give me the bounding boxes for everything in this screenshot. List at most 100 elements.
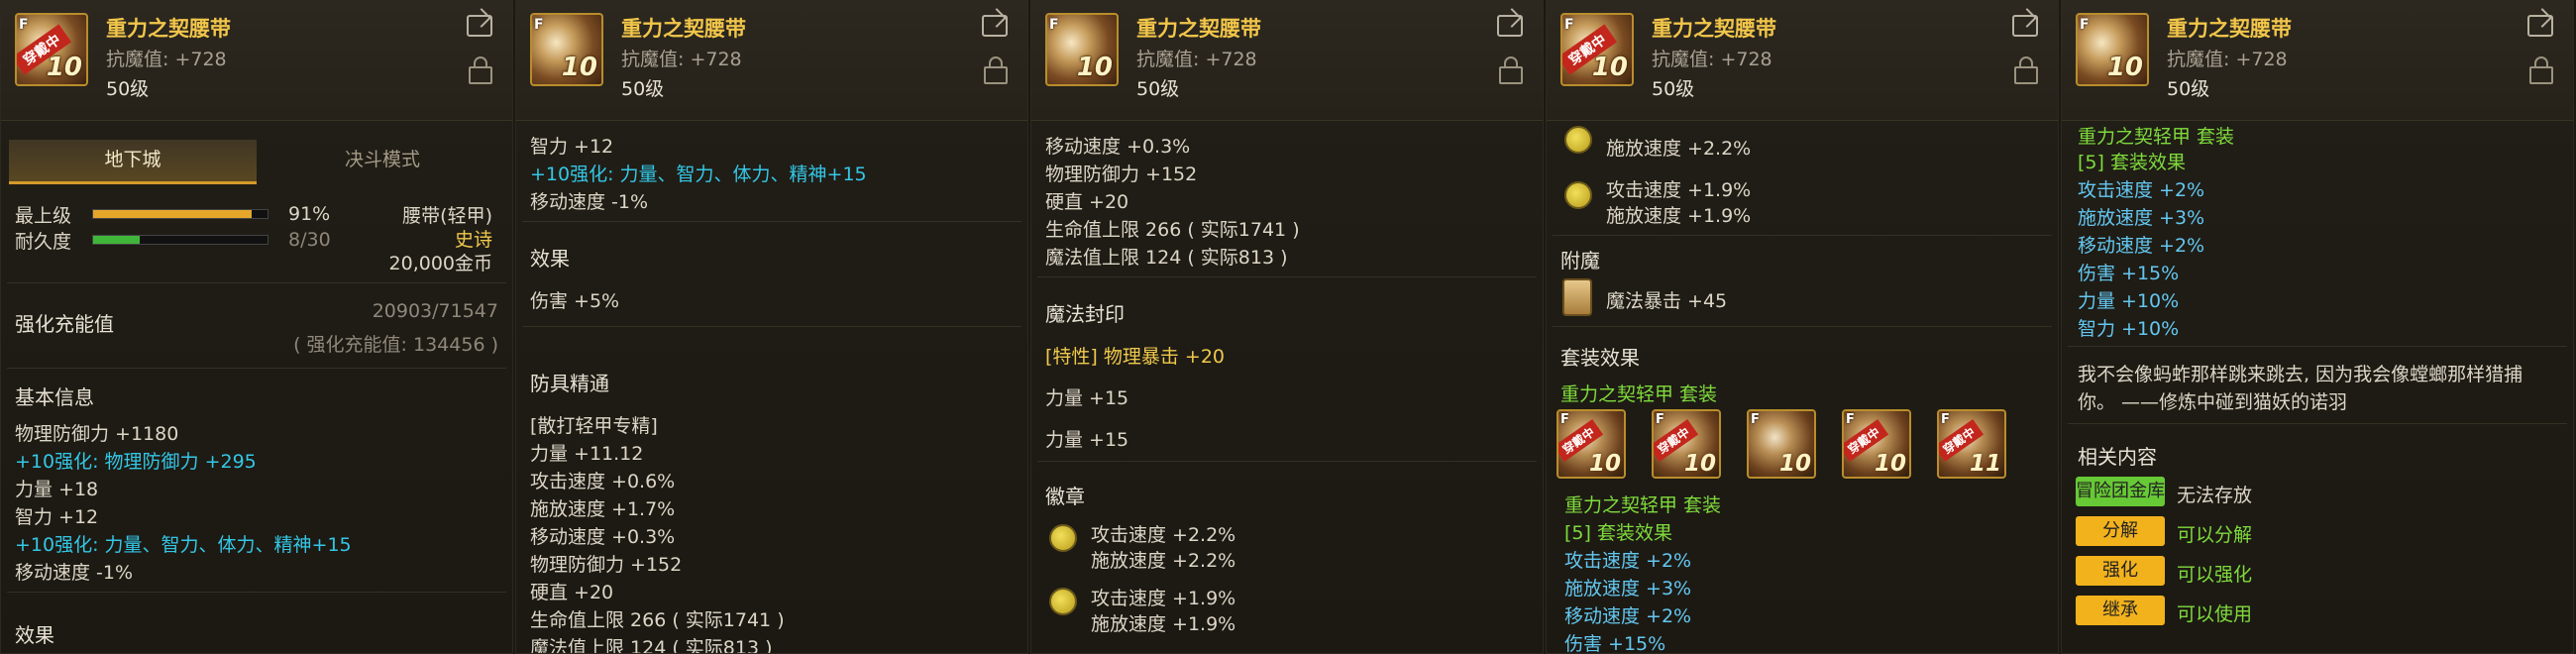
grade-tag: F — [1564, 17, 1574, 33]
upgrade-level: 10 — [1778, 451, 1811, 477]
set-bonus-line: 移动速度 +2% — [2078, 235, 2205, 257]
disassemble-button[interactable]: 分解 — [2076, 516, 2165, 546]
divider — [522, 326, 1021, 327]
divider — [2068, 423, 2567, 424]
mode-tabs: 地下城 决斗模式 — [5, 140, 510, 184]
reinforce-total: ( 强化充能值: 134456 ) — [293, 334, 498, 356]
upgrade-level: 10 — [561, 53, 597, 82]
mastery-line: 魔法值上限 124 ( 实际813 ) — [530, 637, 773, 653]
emblem-icon — [1049, 524, 1077, 552]
set-bonus-line: 力量 +10% — [2078, 290, 2180, 312]
max-level-label: 最上级 — [15, 205, 72, 227]
mastery-line: [散打轻甲专精] — [530, 415, 658, 437]
upgrade-level: 10 — [1076, 53, 1113, 82]
lock-icon[interactable] — [1499, 56, 1523, 84]
magic-resist: 抗魔值: +728 — [621, 49, 742, 70]
emblem-icon — [1049, 588, 1077, 615]
belt-item-icon: F 10 — [2076, 13, 2149, 86]
tab-duel[interactable]: 决斗模式 — [259, 140, 506, 181]
durability-bar — [92, 235, 268, 245]
effect-title: 效果 — [530, 247, 570, 271]
tooltip-panel-2: F 10 重力之契腰带 抗魔值: +728 50级 智力 +12 +10强化: … — [515, 0, 1028, 654]
upgrade-level: 10 — [1874, 451, 1906, 477]
mastery-line: 施放速度 +1.7% — [530, 498, 676, 520]
divider — [1553, 326, 2052, 327]
magic-resist: 抗魔值: +728 — [106, 49, 227, 70]
lock-icon[interactable] — [469, 56, 492, 84]
upgrade-level: 10 — [1683, 451, 1716, 477]
stat-line: +10强化: 物理防御力 +295 — [15, 451, 257, 473]
tooltip-panel-4: F 穿戴中 10 重力之契腰带 抗魔值: +728 50级 施放速度 +2.2%… — [1546, 0, 2059, 654]
enchant-line: 魔法暴击 +45 — [1606, 290, 1728, 312]
upgrade-level: 10 — [46, 53, 82, 82]
share-icon[interactable] — [1497, 15, 1523, 37]
item-type: 腰带(轻甲) — [402, 205, 492, 227]
upgrade-level: 10 — [1591, 53, 1628, 82]
adventure-vault-button[interactable]: 冒险团金库 — [2076, 477, 2165, 506]
lock-icon[interactable] — [2529, 56, 2553, 84]
belt-item-icon: F 穿戴中 10 — [1560, 13, 1634, 86]
belt-item-icon: F 10 — [530, 13, 603, 86]
tab-dungeon[interactable]: 地下城 — [9, 140, 257, 184]
related-status: 无法存放 — [2177, 485, 2253, 506]
reinforce-label: 强化充能值 — [15, 312, 114, 336]
stat-line: 移动速度 -1% — [15, 562, 134, 584]
grade-tag: F — [19, 17, 29, 33]
emblem-stat: 攻击速度 +1.9% — [1606, 179, 1752, 201]
item-header: F 穿戴中 10 重力之契腰带 抗魔值: +728 50级 — [1547, 1, 2058, 121]
mastery-line: 移动速度 +0.3% — [530, 526, 676, 548]
set-name: 重力之契轻甲 套装 — [1560, 383, 1718, 405]
emblem-title: 徽章 — [1045, 485, 1085, 508]
grade-tag: F — [1941, 412, 1950, 427]
reinforce-button[interactable]: 强化 — [2076, 556, 2165, 586]
magic-resist: 抗魔值: +728 — [2167, 49, 2288, 70]
stat-line: 智力 +12 — [15, 506, 99, 528]
flavor-text: 你。 ——修炼中碰到猫妖的诺羽 — [2078, 391, 2348, 413]
lock-icon[interactable] — [984, 56, 1008, 84]
reinforce-value: 20903/71547 — [372, 300, 498, 322]
durability-value: 8/30 — [288, 229, 331, 251]
basic-info-title: 基本信息 — [15, 385, 94, 409]
divider — [1553, 235, 2052, 236]
stat-line: 智力 +12 — [530, 136, 614, 158]
upgrade-level: 11 — [1969, 451, 2001, 477]
set-piece-icon[interactable]: F 穿戴中 11 — [1937, 409, 2006, 479]
item-name: 重力之契腰带 — [1136, 17, 1261, 41]
rarity: 史诗 — [454, 229, 492, 251]
related-status: 可以强化 — [2177, 564, 2253, 586]
upgrade-level: 10 — [2106, 53, 2143, 82]
stat-line: +10强化: 力量、智力、体力、精神+15 — [530, 164, 867, 185]
share-icon[interactable] — [2012, 15, 2038, 37]
divider — [2068, 346, 2567, 347]
share-icon[interactable] — [982, 15, 1008, 37]
set-bonus-line: 施放速度 +3% — [1564, 578, 1692, 600]
set-name: 重力之契轻甲 套装 — [2078, 126, 2235, 148]
item-name: 重力之契腰带 — [2167, 17, 2292, 41]
share-icon[interactable] — [2527, 15, 2553, 37]
emblem-stat: 施放速度 +2.2% — [1606, 138, 1752, 160]
item-name: 重力之契腰带 — [1652, 17, 1776, 41]
set-title: 套装效果 — [1560, 346, 1640, 370]
item-header: F 10 重力之契腰带 抗魔值: +728 50级 — [516, 1, 1027, 121]
set-piece-icon[interactable]: F 穿戴中 10 — [1556, 409, 1626, 479]
set-piece-icon[interactable]: F 穿戴中 10 — [1652, 409, 1721, 479]
set-bonus-line: 施放速度 +3% — [2078, 207, 2205, 229]
magic-resist: 抗魔值: +728 — [1136, 49, 1257, 70]
enchant-title: 附魔 — [1560, 249, 1600, 272]
item-header: F 10 重力之契腰带 抗魔值: +728 50级 — [1031, 1, 1543, 121]
item-name: 重力之契腰带 — [621, 17, 746, 41]
set-piece-icon[interactable]: F 穿戴中 10 — [1842, 409, 1911, 479]
mastery-line: 物理防御力 +152 — [530, 554, 683, 576]
divider — [7, 592, 506, 593]
belt-item-icon: F 10 — [1045, 13, 1119, 86]
stat-line: 物理防御力 +152 — [1045, 164, 1198, 185]
stat-line: 物理防御力 +1180 — [15, 423, 179, 445]
enchant-card-icon — [1562, 278, 1592, 316]
set-piece-icon[interactable]: F 10 — [1747, 409, 1816, 479]
inherit-button[interactable]: 继承 — [2076, 596, 2165, 625]
effect-title: 效果 — [15, 623, 54, 647]
lock-icon[interactable] — [2014, 56, 2038, 84]
divider — [1037, 461, 1537, 462]
divider — [7, 282, 506, 283]
share-icon[interactable] — [467, 15, 492, 37]
